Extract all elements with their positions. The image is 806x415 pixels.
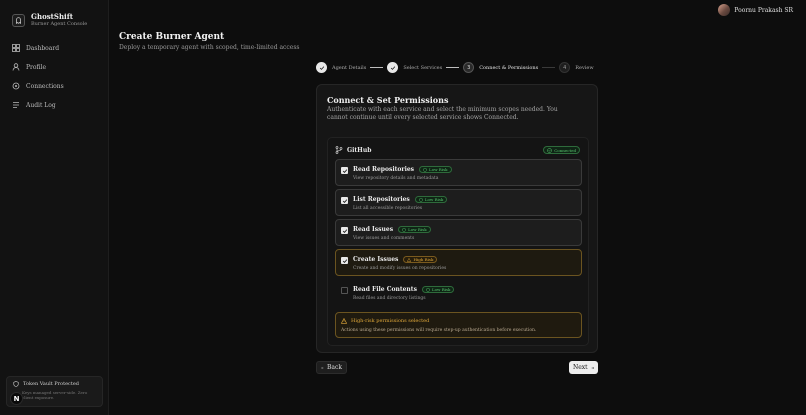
git-branch-icon: [335, 146, 343, 154]
back-label: Back: [327, 364, 342, 371]
permission-desc: View repository details and metadata: [353, 176, 439, 181]
warning-title: High-risk permissions selected: [351, 318, 430, 324]
next-label: Next: [573, 364, 588, 371]
shield-icon: [426, 287, 430, 292]
permission-desc: View issues and comments: [353, 236, 415, 241]
step-connector: [370, 67, 384, 68]
sidebar-item-audit-log[interactable]: Audit Log: [8, 96, 108, 114]
warning-desc: Actions using these permissions will req…: [341, 328, 537, 333]
step-label: Connect & Permissions: [479, 64, 539, 71]
log-icon: [13, 102, 19, 108]
shield-icon: [13, 381, 19, 387]
checkbox[interactable]: [341, 257, 348, 264]
permission-list-repositories[interactable]: List Repositories Low Risk List all acce…: [335, 189, 582, 216]
step-label: Select Services: [403, 64, 443, 71]
step-connector: [542, 67, 556, 68]
avatar: [718, 4, 731, 16]
risk-label: Low Risk: [408, 227, 427, 232]
permission-read-repositories[interactable]: Read Repositories Low Risk View reposito…: [335, 159, 582, 186]
risk-badge: Low Risk: [414, 196, 448, 203]
ghost-logo-icon: [12, 13, 25, 27]
sidebar-item-connections[interactable]: Connections: [8, 77, 108, 95]
checkbox[interactable]: [341, 287, 348, 294]
permission-name: Create Issues: [353, 256, 399, 263]
step-agent-details: Agent Details: [316, 62, 366, 73]
high-risk-warning: High-risk permissions selected Actions u…: [335, 312, 582, 338]
app-title: GhostShift: [31, 12, 73, 21]
step-label: Agent Details: [332, 64, 367, 71]
permission-desc: List all accessible repositories: [353, 206, 423, 211]
user-name: Poornu Prakash SR: [734, 6, 793, 14]
token-vault-title: Token Vault Protected: [23, 381, 80, 387]
permission-desc: Read files and directory listings: [353, 296, 426, 301]
app-subtitle: Burner Agent Console: [31, 21, 88, 27]
permission-read-file-contents[interactable]: Read File Contents Low Risk Read files a…: [335, 279, 582, 306]
warning-icon: [341, 318, 347, 324]
step-select-services: Select Services: [387, 62, 442, 73]
permission-desc: Create and modify issues on repositories: [353, 266, 447, 271]
step-number: 4: [559, 62, 571, 73]
card-title: Connect & Set Permissions: [327, 95, 449, 105]
checkbox[interactable]: [341, 197, 348, 204]
step-number: 3: [463, 62, 475, 73]
user-menu[interactable]: Poornu Prakash SR: [718, 4, 793, 16]
service-name: GitHub: [347, 146, 372, 154]
risk-label: Low Risk: [424, 197, 444, 202]
permission-name: Read Repositories: [353, 166, 415, 173]
plug-icon: [12, 82, 20, 90]
check-icon: [316, 62, 327, 73]
sidebar-item-profile[interactable]: Profile: [8, 58, 108, 76]
step-connect-permissions: 3 Connect & Permissions: [463, 62, 538, 73]
checkbox[interactable]: [341, 167, 348, 174]
risk-badge: Low Risk: [398, 226, 431, 233]
checkbox[interactable]: [341, 227, 348, 234]
arrow-left-icon: [321, 366, 324, 369]
check-icon: [387, 62, 399, 73]
permission-name: Read File Contents: [353, 286, 417, 293]
shield-icon: [418, 197, 423, 202]
permissions-card: Connect & Set Permissions Authenticate w…: [316, 84, 598, 353]
risk-label: High Risk: [413, 257, 434, 262]
back-button[interactable]: Back: [316, 361, 347, 374]
sidebar-item-dashboard[interactable]: Dashboard: [8, 39, 108, 57]
sidebar-item-label: Dashboard: [26, 44, 60, 52]
page-title: Create Burner Agent: [119, 32, 225, 42]
permission-name: Read Issues: [353, 226, 394, 233]
step-connector: [446, 67, 460, 68]
sidebar-item-label: Audit Log: [26, 101, 56, 109]
risk-label: Low Risk: [431, 287, 451, 292]
shield-icon: [423, 167, 427, 172]
permission-create-issues[interactable]: Create Issues High Risk Create and modif…: [335, 249, 582, 276]
risk-badge: Low Risk: [419, 166, 452, 173]
risk-badge: Low Risk: [421, 286, 455, 293]
permission-read-issues[interactable]: Read Issues Low Risk View issues and com…: [335, 219, 582, 246]
card-description: Authenticate with each service and selec…: [327, 106, 558, 121]
sidebar: GhostShift Burner Agent Console Dashboar…: [0, 0, 109, 415]
status-label: Connected: [554, 147, 576, 153]
arrow-right-icon: [591, 366, 594, 369]
step-review: 4 Review: [559, 62, 594, 73]
user-icon: [12, 63, 20, 71]
shield-icon: [402, 227, 406, 232]
risk-label: Low Risk: [429, 167, 448, 172]
sidebar-nav: Dashboard Profile Connections Audit Log: [0, 39, 108, 114]
status-badge: Connected: [543, 146, 580, 154]
risk-badge: High Risk: [403, 256, 438, 263]
next-button[interactable]: Next: [569, 361, 598, 374]
warning-icon: [407, 257, 412, 262]
stepper: Agent Details Select Services 3 Connect …: [316, 62, 594, 73]
brand[interactable]: GhostShift Burner Agent Console: [0, 0, 108, 32]
page-subtitle: Deploy a temporary agent with scoped, ti…: [119, 44, 300, 51]
service-panel-github: GitHub Connected Read Repositories Low R…: [327, 137, 589, 346]
grid-icon: [12, 44, 20, 52]
token-vault-desc: Keys managed server-side. Zero client ex…: [22, 390, 88, 400]
check-circle-icon: [547, 147, 553, 153]
step-label: Review: [575, 64, 594, 71]
avatar[interactable]: N: [10, 392, 23, 405]
permission-name: List Repositories: [353, 196, 410, 203]
sidebar-item-label: Profile: [26, 63, 46, 71]
sidebar-item-label: Connections: [26, 82, 64, 90]
